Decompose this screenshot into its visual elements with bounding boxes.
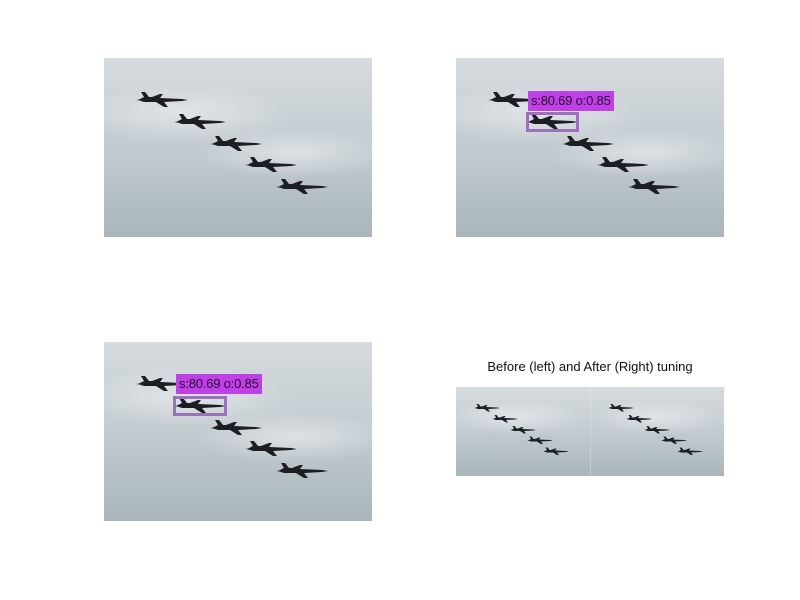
detection-score-label: s:80.69 o:0.85 — [528, 91, 614, 111]
original-image-panel — [104, 58, 372, 237]
before-tuning-detection-panel: s:80.69 o:0.85 — [104, 342, 372, 521]
sky-with-jets-image — [456, 58, 724, 237]
comparison-caption: Before (left) and After (Right) tuning — [487, 359, 693, 374]
detection-bounding-box — [526, 112, 579, 132]
detection-score-label: s:80.69 o:0.85 — [176, 374, 262, 394]
sky-with-jets-image — [104, 342, 372, 521]
before-after-comparison-panel — [456, 387, 724, 476]
detection-bounding-box — [173, 396, 227, 416]
sky-with-jets-image — [104, 58, 372, 237]
comparison-divider — [590, 387, 591, 476]
after-tuning-detection-panel: s:80.69 o:0.85 — [456, 58, 724, 237]
